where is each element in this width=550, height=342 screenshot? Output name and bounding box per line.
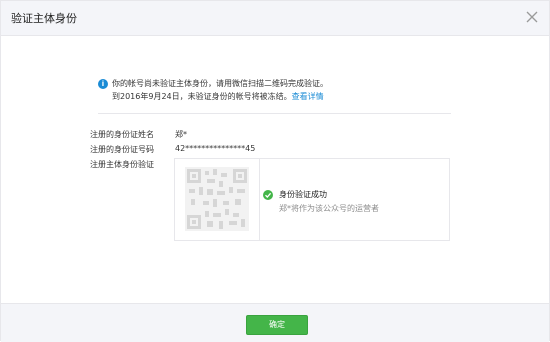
identity-verification-label: 注册主体身份验证 xyxy=(90,160,154,169)
dialog-header: 验证主体身份 xyxy=(1,1,549,36)
verification-detail: 郑*将作为该公众号的运营者 xyxy=(279,204,379,213)
verification-panel: 身份验证成功 郑*将作为该公众号的运营者 xyxy=(174,158,450,241)
confirm-button[interactable]: 确定 xyxy=(246,315,308,335)
dialog-title: 验证主体身份 xyxy=(11,12,77,25)
notice-text-line2: 到2016年9月24日，未验证身份的帐号将被冻结。查看详情 xyxy=(112,90,324,104)
registered-name-label: 注册的身份证姓名 xyxy=(90,130,154,139)
notice-deadline-text: 到2016年9月24日，未验证身份的帐号将被冻结。 xyxy=(112,92,292,101)
panel-separator xyxy=(259,159,260,240)
registered-id-value: 42***************45 xyxy=(175,144,256,153)
qr-code xyxy=(185,167,249,231)
section-divider xyxy=(98,113,451,114)
close-icon[interactable] xyxy=(525,10,539,24)
verification-status: 身份验证成功 xyxy=(279,190,327,199)
notice-text-line1: 你的帐号尚未验证主体身份，请用微信扫描二维码完成验证。 xyxy=(112,79,328,88)
view-details-link[interactable]: 查看详情 xyxy=(292,92,324,101)
dialog-footer: 确定 xyxy=(1,303,549,342)
check-circle-icon xyxy=(263,190,273,200)
registered-id-label: 注册的身份证号码 xyxy=(90,145,154,154)
registered-name-value: 郑* xyxy=(175,130,187,139)
info-icon: i xyxy=(98,79,108,89)
verify-identity-dialog: 验证主体身份 i 你的帐号尚未验证主体身份，请用微信扫描二维码完成验证。 到20… xyxy=(0,0,550,342)
